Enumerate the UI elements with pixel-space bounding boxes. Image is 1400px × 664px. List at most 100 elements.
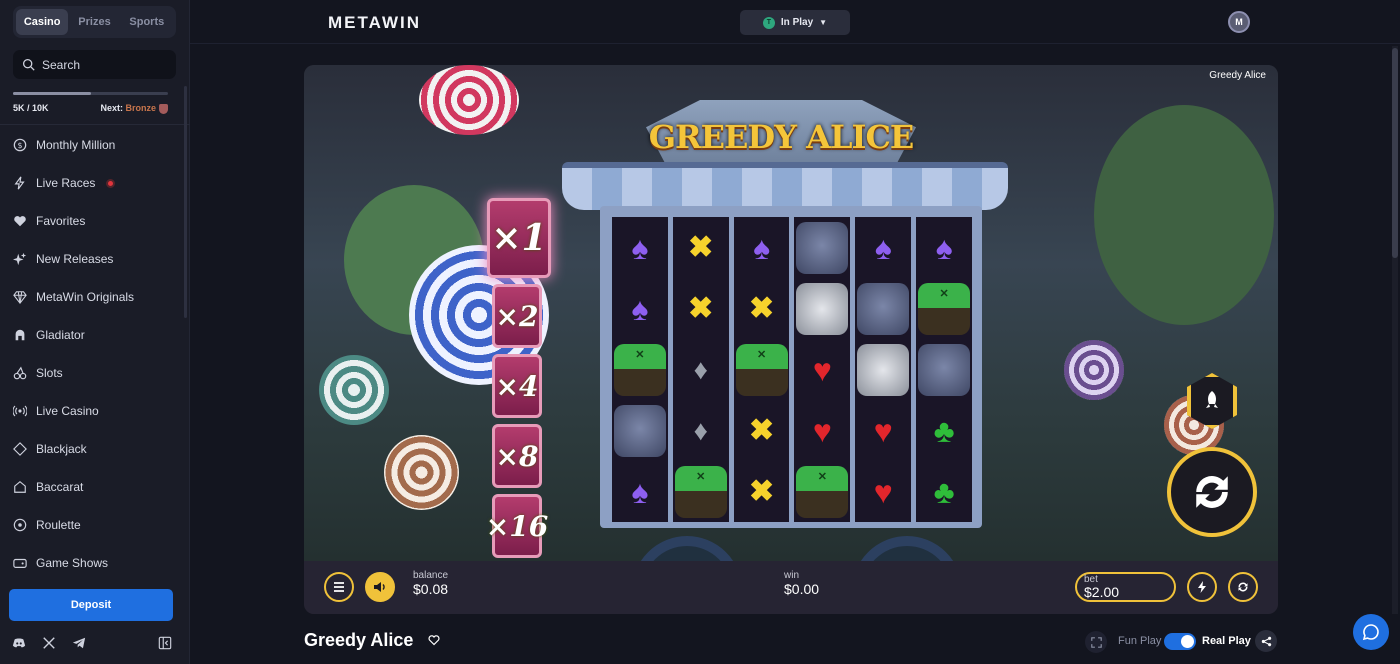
- reel-symbol-spade: ♠: [612, 217, 668, 278]
- search-input[interactable]: Search: [13, 50, 176, 79]
- reel-symbol-spade: ♠: [612, 278, 668, 339]
- balance-display: balance $0.08: [413, 570, 449, 598]
- sidebar-item-label: New Releases: [36, 252, 114, 266]
- favorite-heart-icon[interactable]: [428, 634, 440, 646]
- sidebar-item-gladiator[interactable]: Gladiator: [0, 316, 190, 354]
- live-indicator-dot: [106, 178, 116, 188]
- social-links: [12, 634, 172, 652]
- diamond-symbol-icon: ♦: [693, 414, 708, 446]
- search-icon: [22, 58, 35, 71]
- reel-symbol-heart: ♥: [855, 400, 911, 461]
- lightning-icon: [1198, 581, 1206, 593]
- win-value: $0.00: [784, 581, 820, 597]
- multiplier-ladder: ×1 ×2 ×4 ×8 ×16: [486, 198, 551, 564]
- in-play-dropdown[interactable]: T In Play ▼: [740, 10, 850, 35]
- tab-prizes[interactable]: Prizes: [68, 9, 120, 35]
- reel-symbol-hat: ✕: [916, 278, 972, 339]
- metawin-logo[interactable]: METAWIN: [328, 13, 421, 33]
- sidebar-item-live-races[interactable]: Live Races: [0, 164, 190, 202]
- reel-column: ✖ ✖ ♦ ♦ ✕: [672, 217, 729, 522]
- lollipop-decoration: [319, 355, 389, 425]
- deposit-button[interactable]: Deposit: [9, 589, 173, 621]
- slot-cart: GREEDY ALICE ♠ ♠ ✕ ♠ ✖ ✖ ♦ ♦ ✕ ♠ ✖ ✕ ✖ ✖ ♥ ♥ ✕ ♠ ♥ ♥ ♠ ✕ ♣ ♣: [562, 100, 1008, 614]
- cat-symbol-icon: [857, 282, 910, 335]
- share-button[interactable]: [1255, 630, 1277, 652]
- heart-icon: [13, 214, 27, 228]
- autoplay-button[interactable]: [1228, 572, 1258, 602]
- reel-symbol-spade: ♠: [855, 217, 911, 278]
- page-scrollbar[interactable]: [1392, 46, 1398, 614]
- club-symbol-icon: ♣: [933, 412, 955, 449]
- lollipop-decoration: [419, 65, 519, 135]
- cat-symbol-icon: [918, 343, 971, 396]
- x-symbol-icon: ✖: [749, 474, 775, 508]
- reel-symbol-spade: ♠: [916, 217, 972, 278]
- balance-label: balance: [413, 570, 449, 581]
- play-mode-toggle[interactable]: [1164, 633, 1196, 650]
- level-count: 5K / 10K: [13, 103, 49, 113]
- dollar-circle-icon: $: [13, 138, 27, 152]
- collapse-sidebar-icon[interactable]: [158, 636, 172, 650]
- turbo-button[interactable]: [1187, 572, 1217, 602]
- hat-symbol-icon: ✕: [613, 343, 666, 396]
- tab-casino[interactable]: Casino: [16, 9, 69, 35]
- sidebar-item-monthly-million[interactable]: $ Monthly Million: [0, 126, 190, 164]
- sidebar-item-baccarat[interactable]: Baccarat: [0, 468, 190, 506]
- sidebar-item-roulette[interactable]: Roulette: [0, 506, 190, 544]
- sidebar-item-label: Game Shows: [36, 556, 109, 570]
- reel-symbol-hat: ✕: [734, 339, 790, 400]
- sidebar-item-slots[interactable]: Slots: [0, 354, 190, 392]
- x-symbol-icon: ✖: [688, 291, 714, 325]
- sidebar-scrollbar[interactable]: [184, 86, 187, 318]
- sidebar-item-game-shows[interactable]: Game Shows: [0, 544, 190, 582]
- reel-symbol-heart: ♥: [794, 400, 850, 461]
- tree-decoration: [1094, 105, 1274, 325]
- sidebar-nav: $ Monthly Million Live Races Favorites N…: [0, 126, 190, 582]
- heart-symbol-icon: ♥: [873, 412, 893, 449]
- fun-play-label[interactable]: Fun Play: [1118, 635, 1161, 647]
- reel-column: ♠ ♥ ♥: [855, 217, 912, 522]
- game-frame[interactable]: Greedy Alice GREEDY ALICE ♠ ♠ ✕ ♠ ✖ ✖ ♦ ♦ ✕ ♠ ✖ ✕ ✖ ✖…: [304, 65, 1278, 614]
- telegram-icon[interactable]: [72, 636, 86, 650]
- sidebar-item-favorites[interactable]: Favorites: [0, 202, 190, 240]
- game-scene[interactable]: Greedy Alice GREEDY ALICE ♠ ♠ ✕ ♠ ✖ ✖ ♦ ♦ ✕ ♠ ✖ ✕ ✖ ✖…: [304, 65, 1278, 614]
- share-icon: [1261, 636, 1271, 646]
- club-symbol-icon: ♣: [933, 473, 955, 510]
- gamepad-icon: [13, 556, 27, 570]
- sidebar-item-live-casino[interactable]: Live Casino: [0, 392, 190, 430]
- reel-column: ♠ ✖ ✕ ✖ ✖: [733, 217, 790, 522]
- win-display: win $0.00: [784, 571, 820, 598]
- spin-button[interactable]: [1167, 447, 1257, 537]
- bet-value: $2.00: [1084, 584, 1120, 600]
- reel-symbol-x: ✖: [673, 278, 729, 339]
- reel-symbol-x: ✖: [673, 217, 729, 278]
- next-level: Next: Bronze: [100, 103, 168, 114]
- top-header: METAWIN T In Play ▼ M: [190, 0, 1400, 44]
- reel-symbol-heart: ♥: [794, 339, 850, 400]
- sidebar-item-label: Monthly Million: [36, 138, 116, 152]
- tab-sports[interactable]: Sports: [121, 9, 173, 35]
- x-twitter-icon[interactable]: [42, 636, 56, 650]
- reel-symbol-hat: ✕: [612, 339, 668, 400]
- game-name-tag: Greedy Alice: [1209, 70, 1266, 81]
- helmet-icon: [13, 328, 27, 342]
- reel-column: ♠ ✕ ♣ ♣: [916, 217, 972, 522]
- reel-symbol-x: ✖: [734, 278, 790, 339]
- bet-selector[interactable]: bet $2.00: [1075, 572, 1176, 602]
- sound-button[interactable]: [365, 572, 395, 602]
- sidebar-item-metawin-originals[interactable]: MetaWin Originals: [0, 278, 190, 316]
- reel-symbol-knight: [855, 339, 911, 400]
- fullscreen-button[interactable]: [1085, 631, 1107, 653]
- avatar[interactable]: M: [1228, 11, 1250, 33]
- multiplier-card: ×8: [492, 424, 542, 488]
- spade-symbol-icon: ♠: [753, 229, 771, 266]
- menu-button[interactable]: [324, 572, 354, 602]
- sidebar-item-blackjack[interactable]: Blackjack: [0, 430, 190, 468]
- support-chat-button[interactable]: [1353, 614, 1389, 650]
- discord-icon[interactable]: [12, 636, 26, 650]
- page-scrollbar-thumb[interactable]: [1392, 48, 1398, 258]
- spin-arrows-icon: [1196, 476, 1228, 508]
- hat-symbol-icon: ✕: [796, 465, 849, 518]
- real-play-label[interactable]: Real Play: [1202, 635, 1251, 647]
- sidebar-item-new-releases[interactable]: New Releases: [0, 240, 190, 278]
